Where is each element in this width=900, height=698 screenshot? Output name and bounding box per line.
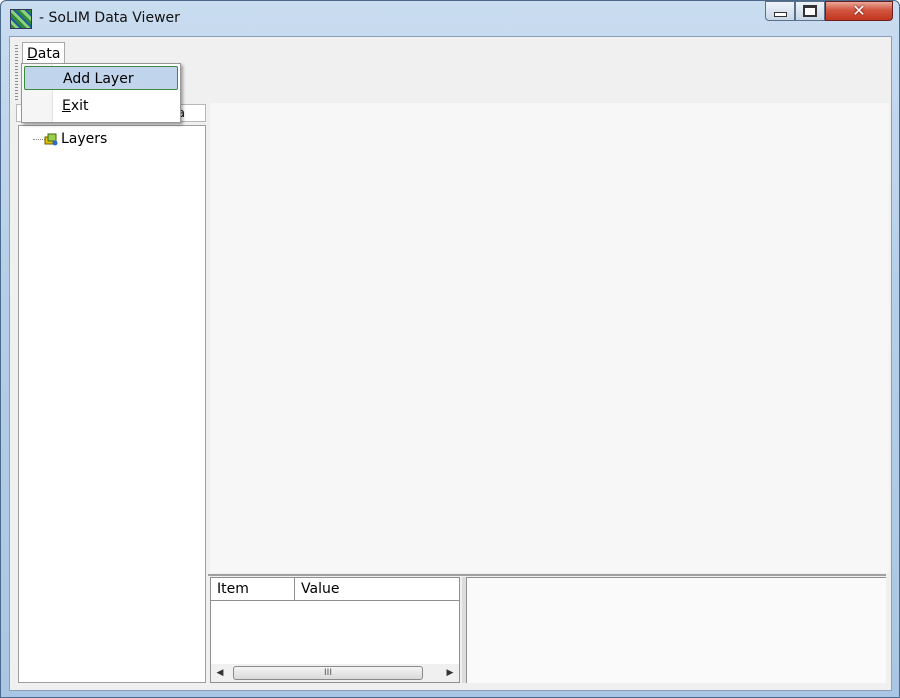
title-bar[interactable]: - SoLIM Data Viewer ✕ bbox=[1, 1, 899, 35]
close-button[interactable]: ✕ bbox=[825, 1, 893, 21]
app-window: - SoLIM Data Viewer ✕ Data a Layers Item… bbox=[0, 0, 900, 698]
menu-data-accel: D bbox=[27, 46, 38, 62]
layer-tree[interactable]: Layers bbox=[18, 125, 206, 683]
column-header-value[interactable]: Value bbox=[295, 578, 459, 600]
scroll-left-icon[interactable]: ◀ bbox=[211, 664, 229, 682]
scroll-thumb[interactable]: III bbox=[233, 666, 423, 680]
bottom-splitter[interactable] bbox=[208, 574, 886, 576]
menu-data-label: ata bbox=[37, 46, 61, 62]
info-panel bbox=[466, 577, 886, 683]
maximize-icon bbox=[803, 5, 817, 17]
grid-header: Item Value bbox=[211, 578, 459, 601]
data-menu-dropdown: Add Layer Exit bbox=[21, 63, 181, 123]
horizontal-scrollbar[interactable]: ◀ III ▶ bbox=[211, 664, 459, 682]
scroll-right-icon[interactable]: ▶ bbox=[441, 664, 459, 682]
maximize-button[interactable] bbox=[795, 1, 825, 21]
close-icon: ✕ bbox=[852, 1, 866, 20]
menu-item-exit[interactable]: Exit bbox=[24, 94, 178, 118]
map-view[interactable] bbox=[210, 103, 889, 573]
column-header-item[interactable]: Item bbox=[211, 578, 295, 600]
app-icon bbox=[10, 9, 32, 29]
minimize-icon bbox=[773, 12, 787, 17]
tree-node-layers[interactable]: Layers bbox=[61, 131, 107, 147]
menu-item-add-layer[interactable]: Add Layer bbox=[24, 66, 178, 90]
toolbar-grip[interactable] bbox=[15, 45, 18, 101]
layers-icon bbox=[44, 133, 58, 146]
menu-exit-accel: E bbox=[62, 98, 71, 114]
attribute-grid[interactable]: Item Value ◀ III ▶ bbox=[210, 577, 460, 683]
minimize-button[interactable] bbox=[765, 1, 795, 21]
menu-exit-label: xit bbox=[70, 98, 89, 114]
menu-data[interactable]: Data bbox=[22, 42, 66, 65]
window-title: - SoLIM Data Viewer bbox=[39, 10, 180, 26]
client-area: Data a Layers Item Value ◀ III ▶ bbox=[9, 36, 892, 691]
